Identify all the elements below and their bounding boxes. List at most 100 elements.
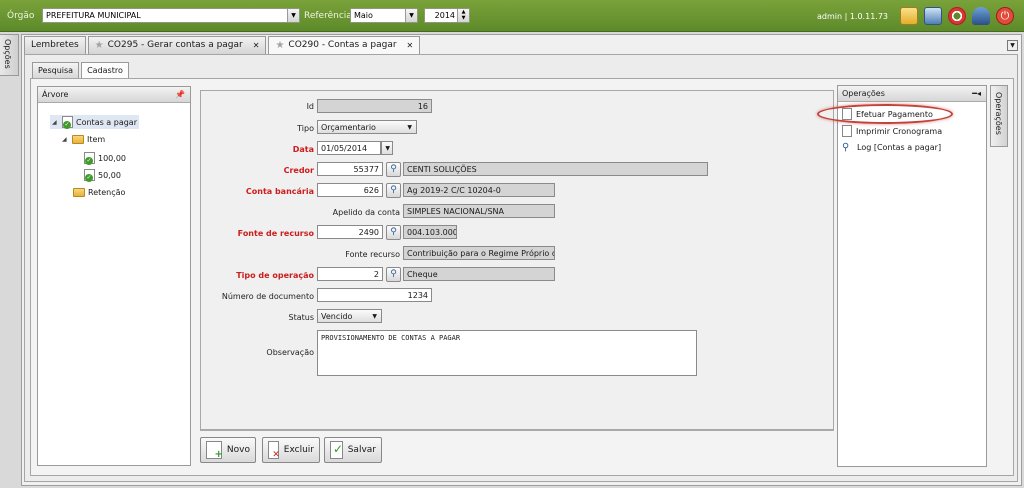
ano-spinner[interactable]: 2014 ▲ ▼ bbox=[424, 8, 470, 23]
tree-node-label: Contas a pagar bbox=[76, 117, 137, 127]
fonte-label: Fonte de recurso bbox=[237, 229, 314, 238]
tipo-operacao-name-field: Cheque bbox=[403, 267, 555, 281]
status-value: Vencido bbox=[321, 312, 353, 321]
tab-label: CO295 - Gerar contas a pagar bbox=[107, 40, 243, 50]
operations-side-label: Operações bbox=[994, 92, 1003, 135]
status-select[interactable]: Vencido ▼ bbox=[317, 309, 382, 323]
tab-lembretes[interactable]: Lembretes bbox=[24, 36, 86, 54]
tab-label: CO290 - Contas a pagar bbox=[288, 40, 397, 50]
search-icon[interactable]: ⚲ bbox=[386, 225, 401, 240]
data-field[interactable]: 01/05/2014 bbox=[317, 141, 381, 155]
tipo-label: Tipo bbox=[297, 124, 314, 133]
monitor-icon[interactable] bbox=[924, 7, 942, 25]
op-label: Log [Contas a pagar] bbox=[857, 143, 942, 152]
orgao-select[interactable]: PREFEITURA MUNICIPAL ▼ bbox=[42, 8, 300, 23]
tab-cadastro[interactable]: Cadastro bbox=[81, 62, 129, 78]
orgao-label: Órgão bbox=[7, 11, 35, 21]
numero-documento-field[interactable]: 1234 bbox=[317, 288, 432, 302]
salvar-label: Salvar bbox=[347, 445, 376, 455]
close-icon[interactable]: ✕ bbox=[253, 37, 260, 54]
folder-icon bbox=[72, 135, 84, 144]
fonte-recurso-label: Fonte recurso bbox=[345, 250, 400, 259]
form-panel bbox=[200, 90, 834, 430]
highlight-ring bbox=[817, 104, 953, 124]
ano-value: 2014 bbox=[434, 11, 455, 20]
close-icon[interactable]: ✕ bbox=[407, 37, 414, 54]
excluir-button[interactable]: ✕ Excluir bbox=[262, 437, 320, 463]
top-toolbar: Órgão PREFEITURA MUNICIPAL ▼ Referência … bbox=[0, 0, 1024, 32]
apelido-field: SIMPLES NACIONAL/SNA bbox=[403, 204, 555, 218]
document-check-icon bbox=[84, 152, 95, 165]
op-imprimir-cronograma[interactable]: Imprimir Cronograma bbox=[842, 125, 942, 137]
salvar-button[interactable]: ✓ Salvar bbox=[324, 437, 382, 463]
tree-title: Árvore bbox=[42, 90, 69, 99]
opcoes-label: Opções bbox=[3, 39, 12, 69]
folder-icon[interactable] bbox=[900, 7, 918, 25]
tree-node-contas-a-pagar[interactable]: ◢ Contas a pagar bbox=[50, 115, 139, 129]
opcoes-side-tab[interactable]: Opções bbox=[0, 34, 19, 76]
tree-node-label: 50,00 bbox=[98, 170, 121, 180]
orgao-value: PREFEITURA MUNICIPAL bbox=[46, 11, 141, 20]
fonte-name-field: 004.103.000 bbox=[403, 225, 457, 239]
chevron-down-icon: ▼ bbox=[372, 313, 377, 320]
id-field: 16 bbox=[317, 99, 432, 113]
op-log-contas[interactable]: ⚲ Log [Contas a pagar] bbox=[842, 142, 941, 153]
tree-node-item[interactable]: ◢ Item bbox=[62, 135, 105, 144]
tabs-menu-button[interactable]: ▼ bbox=[1007, 40, 1018, 51]
credor-code-field[interactable]: 55377 bbox=[317, 162, 383, 176]
credor-name-field: CENTI SOLUÇÕES bbox=[403, 162, 708, 176]
tipo-operacao-code-field[interactable]: 2 bbox=[317, 267, 383, 281]
excluir-label: Excluir bbox=[283, 445, 314, 455]
tree-node-50[interactable]: 50,00 bbox=[84, 169, 121, 182]
search-icon[interactable]: ⚲ bbox=[386, 162, 401, 177]
conta-name-field: Ag 2019-2 C/C 10204-0 bbox=[403, 183, 555, 197]
mes-value: Maio bbox=[354, 11, 373, 20]
credor-label: Credor bbox=[283, 166, 314, 175]
chevron-down-icon: ▼ bbox=[385, 145, 390, 152]
pin-icon[interactable]: ━◂ bbox=[972, 89, 981, 98]
tree-node-label: Item bbox=[87, 135, 106, 144]
tab-co295[interactable]: ★ CO295 - Gerar contas a pagar ✕ bbox=[87, 36, 267, 54]
expand-triangle-icon[interactable]: ◢ bbox=[62, 136, 69, 143]
tab-pesquisa[interactable]: Pesquisa bbox=[32, 62, 80, 78]
sub-tabs: Pesquisa Cadastro bbox=[32, 62, 129, 78]
operations-side-tab[interactable]: Operações bbox=[990, 85, 1008, 147]
fonte-code-field[interactable]: 2490 bbox=[317, 225, 383, 239]
star-icon: ★ bbox=[94, 40, 104, 51]
tree-node-label: Retenção bbox=[88, 188, 126, 197]
spinner-arrows-icon[interactable]: ▲ ▼ bbox=[457, 9, 469, 22]
power-icon[interactable]: ⏻ bbox=[996, 7, 1014, 25]
tree-node-label: 100,00 bbox=[98, 153, 126, 163]
users-icon[interactable] bbox=[972, 7, 990, 25]
date-picker-button[interactable]: ▼ bbox=[381, 141, 393, 155]
tab-co290[interactable]: ★ CO290 - Contas a pagar ✕ bbox=[268, 36, 421, 54]
conta-code-field[interactable]: 626 bbox=[317, 183, 383, 197]
operations-title: Operações bbox=[842, 89, 885, 98]
status-label: Status bbox=[288, 313, 315, 322]
tree-node-retencao[interactable]: Retenção bbox=[73, 188, 125, 197]
pin-icon[interactable]: 📌 bbox=[175, 90, 185, 99]
mes-select[interactable]: Maio ▼ bbox=[350, 8, 418, 23]
chevron-down-icon[interactable]: ▼ bbox=[287, 9, 299, 22]
id-label: Id bbox=[306, 102, 314, 111]
tipo-select[interactable]: Orçamentario ▼ bbox=[317, 120, 417, 134]
observacao-textarea[interactable]: PROVISIONAMENTO DE CONTAS A PAGAR bbox=[317, 330, 697, 376]
expand-triangle-icon[interactable]: ◢ bbox=[52, 119, 59, 126]
chevron-down-icon[interactable]: ▼ bbox=[405, 9, 417, 22]
observacao-label: Observação bbox=[266, 348, 314, 357]
lifebuoy-icon[interactable] bbox=[948, 7, 966, 25]
tree-node-100[interactable]: 100,00 bbox=[84, 152, 126, 165]
novo-button[interactable]: + Novo bbox=[200, 437, 256, 463]
referencia-label: Referência bbox=[304, 11, 352, 21]
operations-panel: Operações ━◂ Efetuar Pagamento Imprimir … bbox=[837, 85, 987, 467]
button-bar-separator bbox=[200, 430, 834, 431]
folder-icon bbox=[73, 188, 85, 197]
document-icon bbox=[842, 125, 852, 137]
search-icon[interactable]: ⚲ bbox=[386, 267, 401, 282]
search-icon[interactable]: ⚲ bbox=[386, 183, 401, 198]
tipo-value: Orçamentario bbox=[321, 123, 376, 132]
document-check-icon bbox=[62, 116, 73, 129]
apelido-label: Apelido da conta bbox=[332, 208, 400, 217]
magnifier-icon: ⚲ bbox=[842, 142, 850, 153]
fonte-recurso-field: Contribuição para o Regime Próprio de bbox=[403, 246, 555, 260]
